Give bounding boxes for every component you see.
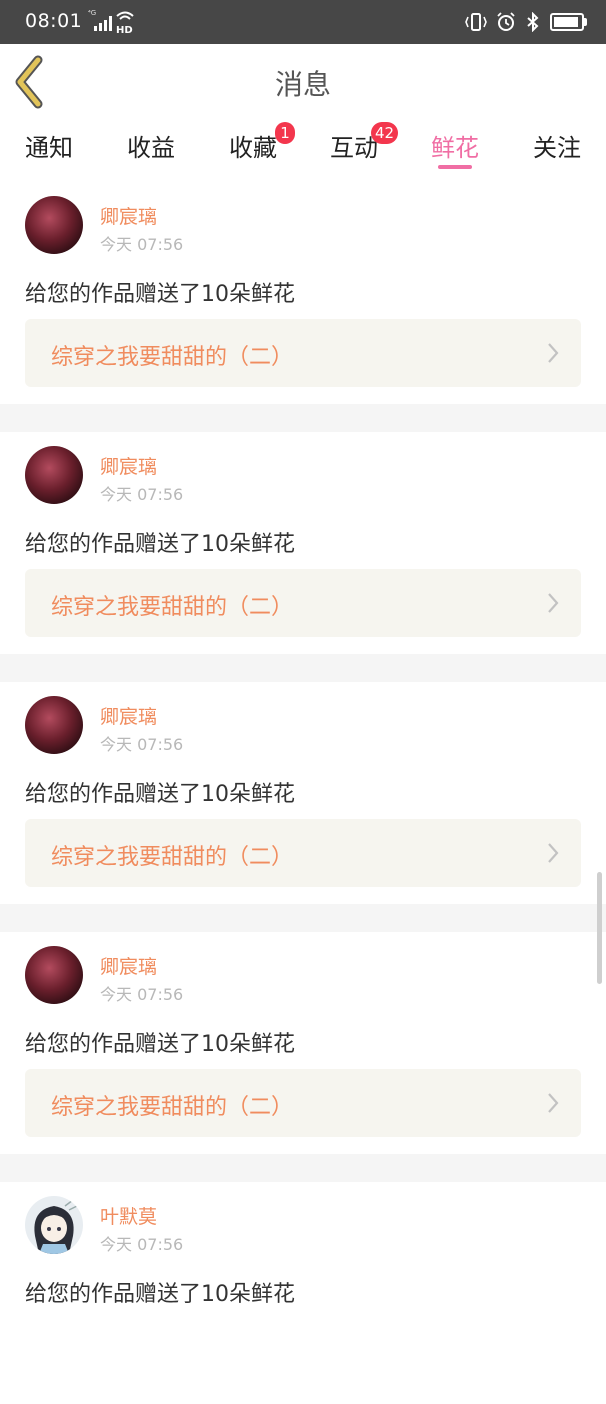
divider (0, 404, 606, 432)
active-tab-indicator (438, 165, 472, 169)
chevron-right-icon (548, 593, 559, 613)
tab-label: 通知 (25, 134, 73, 162)
message-time: 今天 07:56 (100, 1235, 184, 1254)
tab-label: 收益 (127, 134, 175, 162)
interactions-badge: 42 (371, 122, 399, 144)
sender-name[interactable]: 卿宸璃 (100, 702, 157, 729)
tab-interactions[interactable]: 互动 42 (330, 122, 399, 163)
chevron-right-icon (548, 1093, 559, 1113)
work-title: 综穿之我要甜甜的（二） (51, 1095, 294, 1120)
work-link[interactable]: 综穿之我要甜甜的（二） (25, 819, 581, 887)
scrollbar[interactable] (597, 872, 602, 984)
avatar[interactable] (25, 196, 83, 254)
battery-icon (550, 13, 587, 31)
divider (0, 654, 606, 682)
chevron-right-icon (548, 843, 559, 863)
work-link[interactable]: 综穿之我要甜甜的（二） (25, 319, 581, 387)
avatar[interactable] (25, 1196, 83, 1254)
alarm-icon (497, 12, 515, 31)
tab-label: 关注 (533, 134, 581, 162)
message-text: 给您的作品赠送了10朵鲜花 (25, 532, 295, 557)
avatar[interactable] (25, 446, 83, 504)
tab-notifications[interactable]: 通知 (25, 128, 73, 163)
tab-label: 鲜花 (431, 134, 479, 162)
tab-earnings[interactable]: 收益 (127, 128, 175, 163)
avatar-illustration (34, 1199, 78, 1254)
status-icons (464, 12, 587, 32)
tab-label: 互动 (330, 134, 378, 162)
work-link[interactable]: 综穿之我要甜甜的（二） (25, 1069, 581, 1137)
message-text: 给您的作品赠送了10朵鲜花 (25, 1282, 295, 1307)
vibrate-icon (465, 13, 487, 31)
bluetooth-icon (527, 12, 539, 32)
page-title: 消息 (274, 68, 331, 101)
message-text: 给您的作品赠送了10朵鲜花 (25, 1032, 295, 1057)
message-card: 叶默莫 今天 07:56 给您的作品赠送了10朵鲜花 (0, 1182, 606, 1404)
sender-name[interactable]: 叶默莫 (100, 1202, 157, 1229)
network-indicator: ⁴G HD (88, 9, 138, 37)
message-card: 卿宸璃 今天 07:56 给您的作品赠送了10朵鲜花 综穿之我要甜甜的（二） (0, 682, 606, 904)
work-link[interactable]: 综穿之我要甜甜的（二） (25, 569, 581, 637)
message-card: 卿宸璃 今天 07:56 给您的作品赠送了10朵鲜花 综穿之我要甜甜的（二） (0, 182, 606, 404)
tab-bar: 通知 收益 收藏 1 互动 42 鲜花 关注 (0, 118, 606, 182)
sender-name[interactable]: 卿宸璃 (100, 952, 157, 979)
divider (0, 904, 606, 932)
tab-favorites[interactable]: 收藏 1 (229, 122, 295, 163)
work-title: 综穿之我要甜甜的（二） (51, 595, 294, 620)
work-title: 综穿之我要甜甜的（二） (51, 345, 294, 370)
message-text: 给您的作品赠送了10朵鲜花 (25, 782, 295, 807)
message-time: 今天 07:56 (100, 985, 184, 1004)
sender-name[interactable]: 卿宸璃 (100, 452, 157, 479)
wifi-icon (116, 11, 134, 20)
avatar[interactable] (25, 696, 83, 754)
header: 消息 (0, 44, 606, 118)
message-time: 今天 07:56 (100, 735, 184, 754)
message-card: 卿宸璃 今天 07:56 给您的作品赠送了10朵鲜花 综穿之我要甜甜的（二） (0, 932, 606, 1154)
tab-flowers[interactable]: 鲜花 (431, 128, 479, 163)
favorites-badge: 1 (275, 122, 295, 144)
avatar[interactable] (25, 946, 83, 1004)
signal-icon (94, 16, 112, 31)
work-title: 综穿之我要甜甜的（二） (51, 845, 294, 870)
sender-name[interactable]: 卿宸璃 (100, 202, 157, 229)
status-bar: 08:01 ⁴G HD (0, 0, 606, 44)
chevron-right-icon (548, 343, 559, 363)
hd-label: HD (116, 25, 133, 36)
message-card: 卿宸璃 今天 07:56 给您的作品赠送了10朵鲜花 综穿之我要甜甜的（二） (0, 432, 606, 654)
status-time: 08:01 (25, 10, 83, 32)
message-time: 今天 07:56 (100, 485, 184, 504)
message-list: 卿宸璃 今天 07:56 给您的作品赠送了10朵鲜花 综穿之我要甜甜的（二） 卿… (0, 182, 606, 1404)
message-time: 今天 07:56 (100, 235, 184, 254)
divider (0, 1154, 606, 1182)
tab-following[interactable]: 关注 (533, 128, 581, 163)
tab-label: 收藏 (229, 134, 277, 162)
message-text: 给您的作品赠送了10朵鲜花 (25, 282, 295, 307)
